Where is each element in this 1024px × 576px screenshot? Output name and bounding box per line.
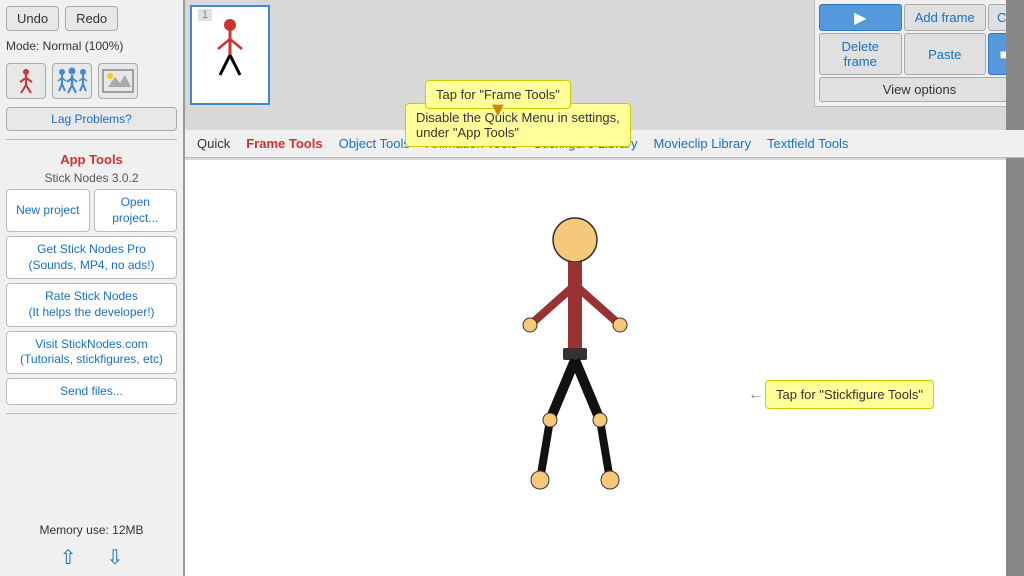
landscape-icon[interactable] xyxy=(98,63,138,99)
add-frame-button[interactable]: Add frame xyxy=(904,4,987,31)
pro-button[interactable]: Get Stick Nodes Pro(Sounds, MP4, no ads!… xyxy=(6,236,177,279)
tab-frame-tools[interactable]: Frame Tools xyxy=(242,134,326,153)
mode-label: Mode: Normal (100%) xyxy=(6,37,177,55)
canvas-area[interactable]: Tap for "Stickfigure Tools" xyxy=(185,160,1024,576)
delete-frame-button[interactable]: Delete frame xyxy=(819,33,902,75)
redo-button[interactable]: Redo xyxy=(65,6,118,31)
frame-thumbnail[interactable]: 1 xyxy=(190,5,270,105)
frame-tools-tooltip: Tap for "Frame Tools" ▼ xyxy=(425,80,571,109)
tab-quick[interactable]: Quick xyxy=(193,134,234,153)
tab-movieclip-library[interactable]: Movieclip Library xyxy=(649,134,755,153)
right-scroll-strip xyxy=(1006,0,1024,576)
play-button[interactable]: ▶ xyxy=(819,4,902,31)
paste-button[interactable]: Paste xyxy=(904,33,987,75)
memory-label: Memory use: 12MB xyxy=(6,517,177,537)
tab-textfield-tools[interactable]: Textfield Tools xyxy=(763,134,852,153)
stickfigure-canvas[interactable] xyxy=(475,210,675,530)
scroll-arrows: ⇧ ⇩ xyxy=(6,545,177,570)
top-right-controls: Add frame Copy ▶ Delete frame Paste ■ Vi… xyxy=(814,0,1024,107)
frame-area: 1 xyxy=(185,0,395,130)
sidebar: Undo Redo Mode: Normal (100%) xyxy=(0,0,185,576)
top-buttons: Undo Redo xyxy=(6,6,177,31)
tab-animation-tools[interactable]: Animation Tools xyxy=(422,134,522,153)
scroll-down-button[interactable]: ⇩ xyxy=(107,545,124,570)
scroll-up-button[interactable]: ⇧ xyxy=(60,545,77,570)
tooltip-down-arrow: ▼ xyxy=(488,99,508,122)
tab-stickfigure-library[interactable]: Stickfigure Library xyxy=(529,134,641,153)
lag-problems-button[interactable]: Lag Problems? xyxy=(6,107,177,131)
undo-button[interactable]: Undo xyxy=(6,6,59,31)
rate-button[interactable]: Rate Stick Nodes(It helps the developer!… xyxy=(6,283,177,326)
icon-row xyxy=(6,63,177,99)
open-project-button[interactable]: Open project... xyxy=(94,189,178,232)
nav-tabs: Quick Frame Tools Object Tools Animation… xyxy=(185,130,1024,158)
tab-object-tools[interactable]: Object Tools xyxy=(335,134,414,153)
stickfigure-icon[interactable] xyxy=(6,63,46,99)
version-label: Stick Nodes 3.0.2 xyxy=(6,171,177,185)
visit-button[interactable]: Visit StickNodes.com(Tutorials, stickfig… xyxy=(6,331,177,374)
view-options-button[interactable]: View options xyxy=(819,77,1020,102)
project-buttons: New project Open project... xyxy=(6,189,177,232)
stickfigure-tools-tooltip: Tap for "Stickfigure Tools" xyxy=(765,380,934,409)
send-files-button[interactable]: Send files... xyxy=(6,378,177,406)
new-project-button[interactable]: New project xyxy=(6,189,90,232)
app-tools-title: App Tools xyxy=(6,152,177,167)
main-area: 1 Add frame Copy ▶ Delete frame Paste ■ … xyxy=(185,0,1024,576)
frame-number: 1 xyxy=(198,9,212,21)
group-icon[interactable] xyxy=(52,63,92,99)
